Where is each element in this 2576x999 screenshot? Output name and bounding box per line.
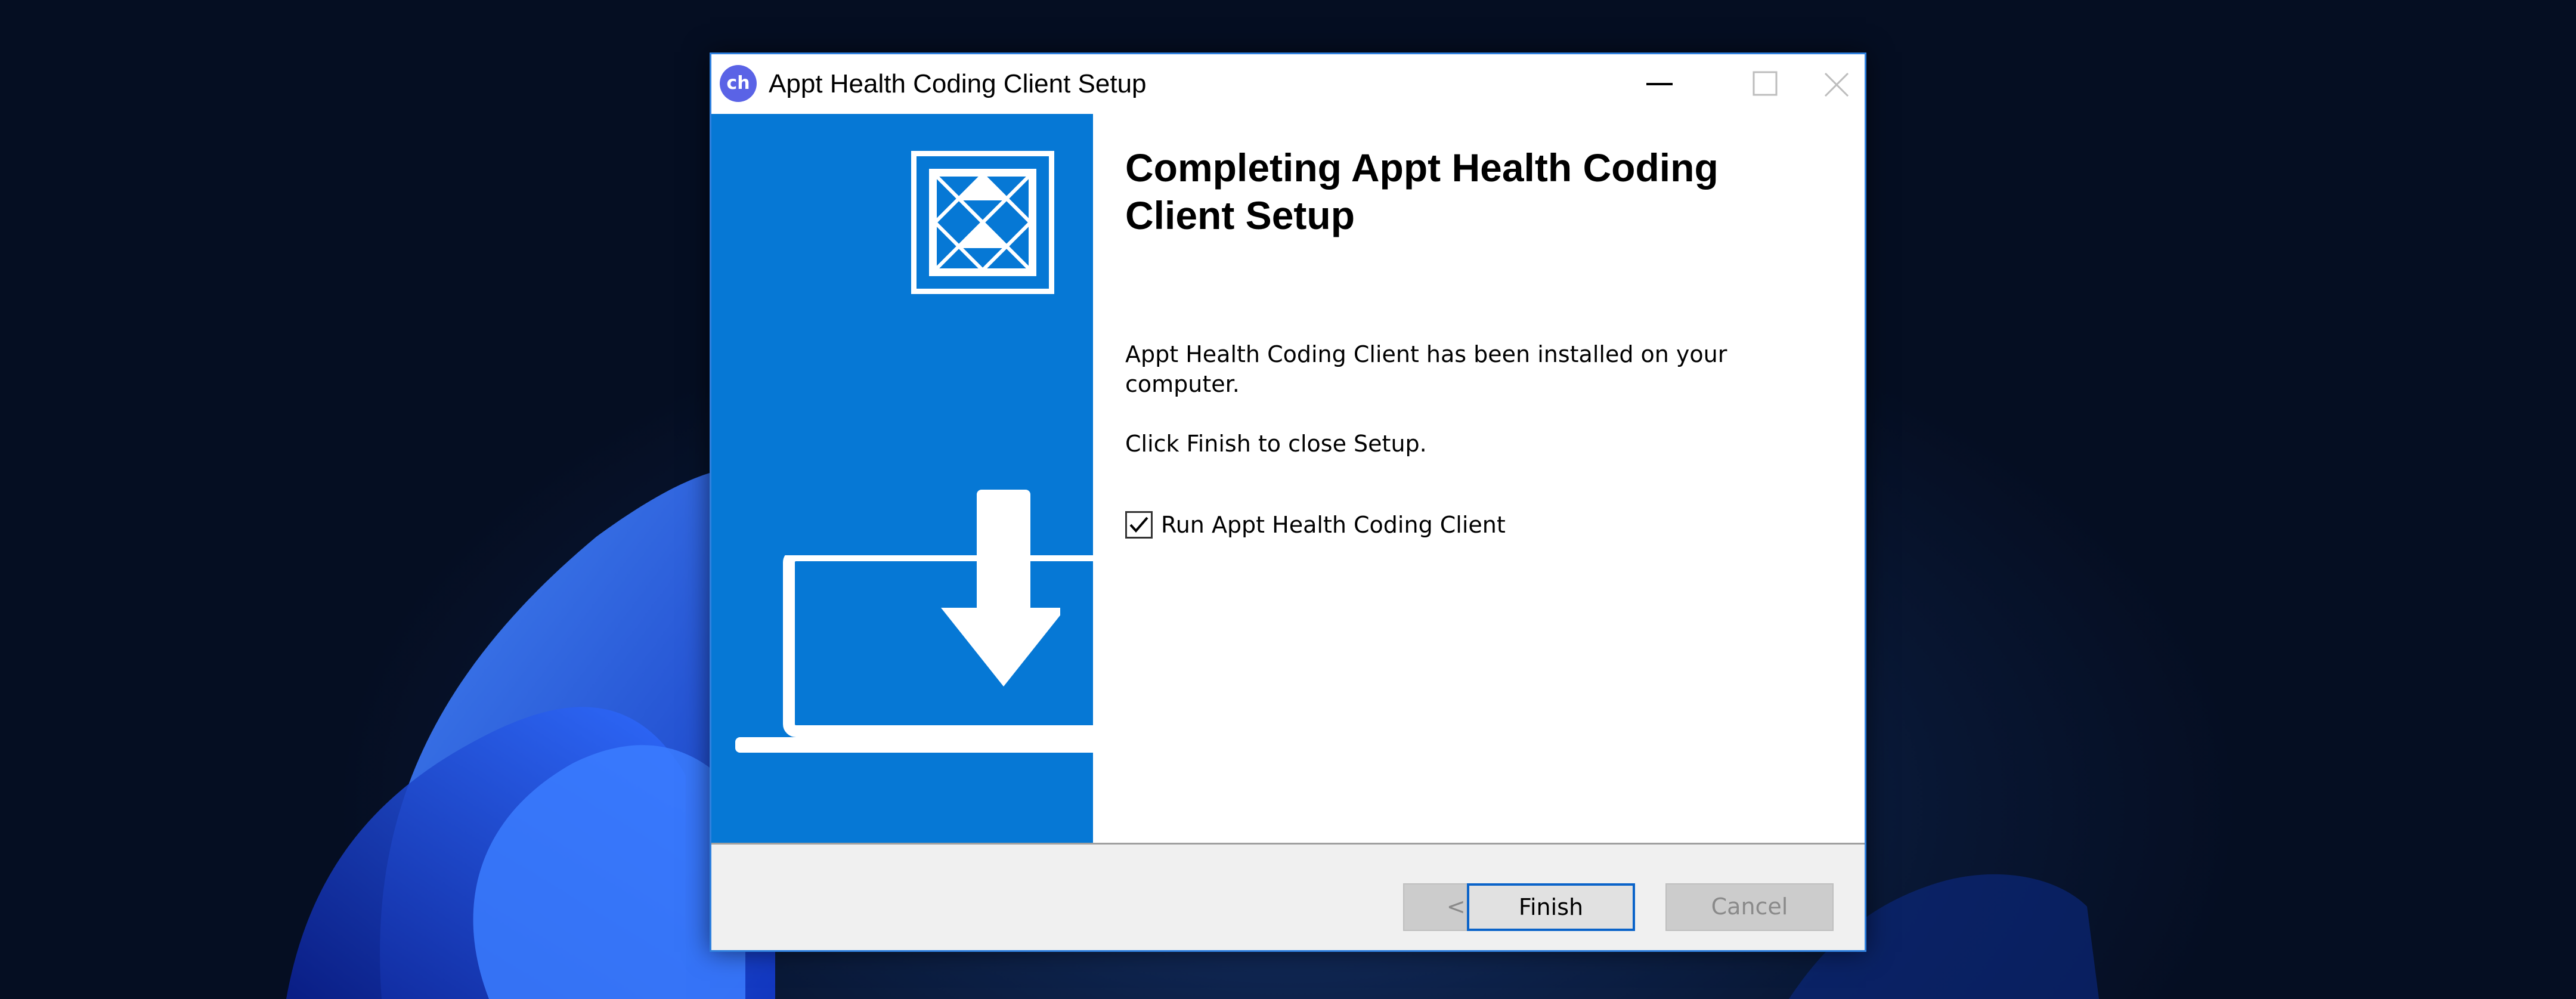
- maximize-button[interactable]: [1713, 54, 1820, 114]
- checkmark-icon: [1129, 516, 1148, 533]
- download-arrow-icon: [941, 490, 1060, 686]
- maximize-icon: [1753, 71, 1778, 96]
- close-button[interactable]: [1820, 54, 1865, 114]
- content-panel: Completing Appt Health Coding Client Set…: [1093, 114, 1865, 843]
- run-app-label[interactable]: Run Appt Health Coding Client: [1161, 510, 1506, 540]
- installer-window: ch Appt Health Coding Client Setup Compl…: [710, 52, 1866, 952]
- page-heading: Completing Appt Health Coding Client Set…: [1125, 146, 1719, 237]
- minimize-icon: [1646, 83, 1673, 85]
- app-logo-icon: [911, 151, 1054, 294]
- installed-message: Appt Health Coding Client has been insta…: [1125, 341, 1727, 397]
- window-title: Appt Health Coding Client Setup: [769, 69, 1147, 98]
- side-banner: [711, 114, 1093, 843]
- run-app-checkbox[interactable]: [1125, 511, 1153, 539]
- close-icon: [1824, 72, 1849, 97]
- app-icon: ch: [720, 65, 757, 102]
- button-bar: < Back Finish Cancel: [711, 845, 1865, 950]
- finish-button[interactable]: Finish: [1467, 883, 1635, 931]
- cancel-button[interactable]: Cancel: [1665, 883, 1834, 931]
- title-bar: ch Appt Health Coding Client Setup: [711, 54, 1865, 114]
- finish-instruction: Click Finish to close Setup.: [1125, 431, 1427, 457]
- minimize-button[interactable]: [1606, 54, 1713, 114]
